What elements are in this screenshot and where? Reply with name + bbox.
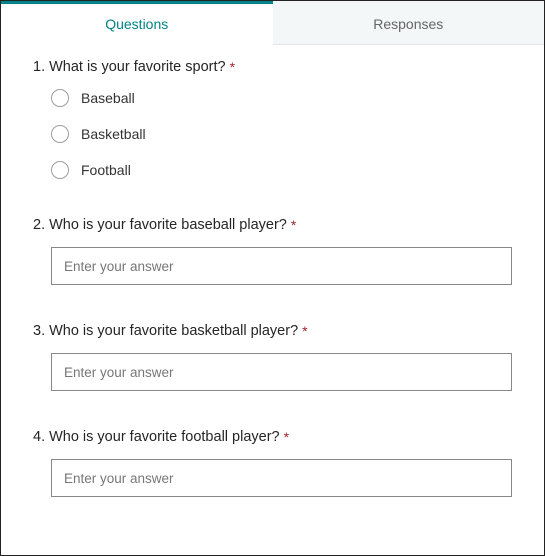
question-1: 1. What is your favorite sport? * Baseba…	[33, 59, 512, 179]
question-number: 1.	[33, 59, 45, 75]
question-header: 3. Who is your favorite basketball playe…	[33, 323, 512, 339]
question-header: 4. Who is your favorite football player?…	[33, 429, 512, 445]
required-marker: *	[291, 217, 296, 233]
required-marker: *	[302, 323, 307, 339]
option-label: Football	[81, 162, 131, 178]
question-text: What is your favorite sport?	[49, 59, 226, 75]
answer-input-4[interactable]	[51, 459, 512, 497]
answer-input-2[interactable]	[51, 247, 512, 285]
question-text: Who is your favorite baseball player?	[49, 217, 287, 233]
option-baseball[interactable]: Baseball	[51, 89, 512, 107]
required-marker: *	[284, 429, 289, 445]
question-number: 3.	[33, 323, 45, 339]
form-frame: Questions Responses 1. What is your favo…	[0, 0, 545, 556]
tab-questions[interactable]: Questions	[1, 1, 273, 45]
tab-bar: Questions Responses	[1, 1, 544, 45]
question-header: 2. Who is your favorite baseball player?…	[33, 217, 512, 233]
question-header: 1. What is your favorite sport? *	[33, 59, 512, 75]
question-2: 2. Who is your favorite baseball player?…	[33, 217, 512, 285]
options-list: Baseball Basketball Football	[33, 89, 512, 179]
answer-input-3[interactable]	[51, 353, 512, 391]
radio-icon	[51, 125, 69, 143]
questions-panel: 1. What is your favorite sport? * Baseba…	[1, 45, 544, 497]
question-number: 4.	[33, 429, 45, 445]
question-3: 3. Who is your favorite basketball playe…	[33, 323, 512, 391]
question-text: Who is your favorite basketball player?	[49, 323, 298, 339]
question-4: 4. Who is your favorite football player?…	[33, 429, 512, 497]
radio-icon	[51, 89, 69, 107]
option-football[interactable]: Football	[51, 161, 512, 179]
required-marker: *	[230, 59, 235, 75]
radio-icon	[51, 161, 69, 179]
option-basketball[interactable]: Basketball	[51, 125, 512, 143]
question-text: Who is your favorite football player?	[49, 429, 280, 445]
question-number: 2.	[33, 217, 45, 233]
tab-responses[interactable]: Responses	[273, 1, 545, 45]
option-label: Baseball	[81, 90, 135, 106]
option-label: Basketball	[81, 126, 146, 142]
